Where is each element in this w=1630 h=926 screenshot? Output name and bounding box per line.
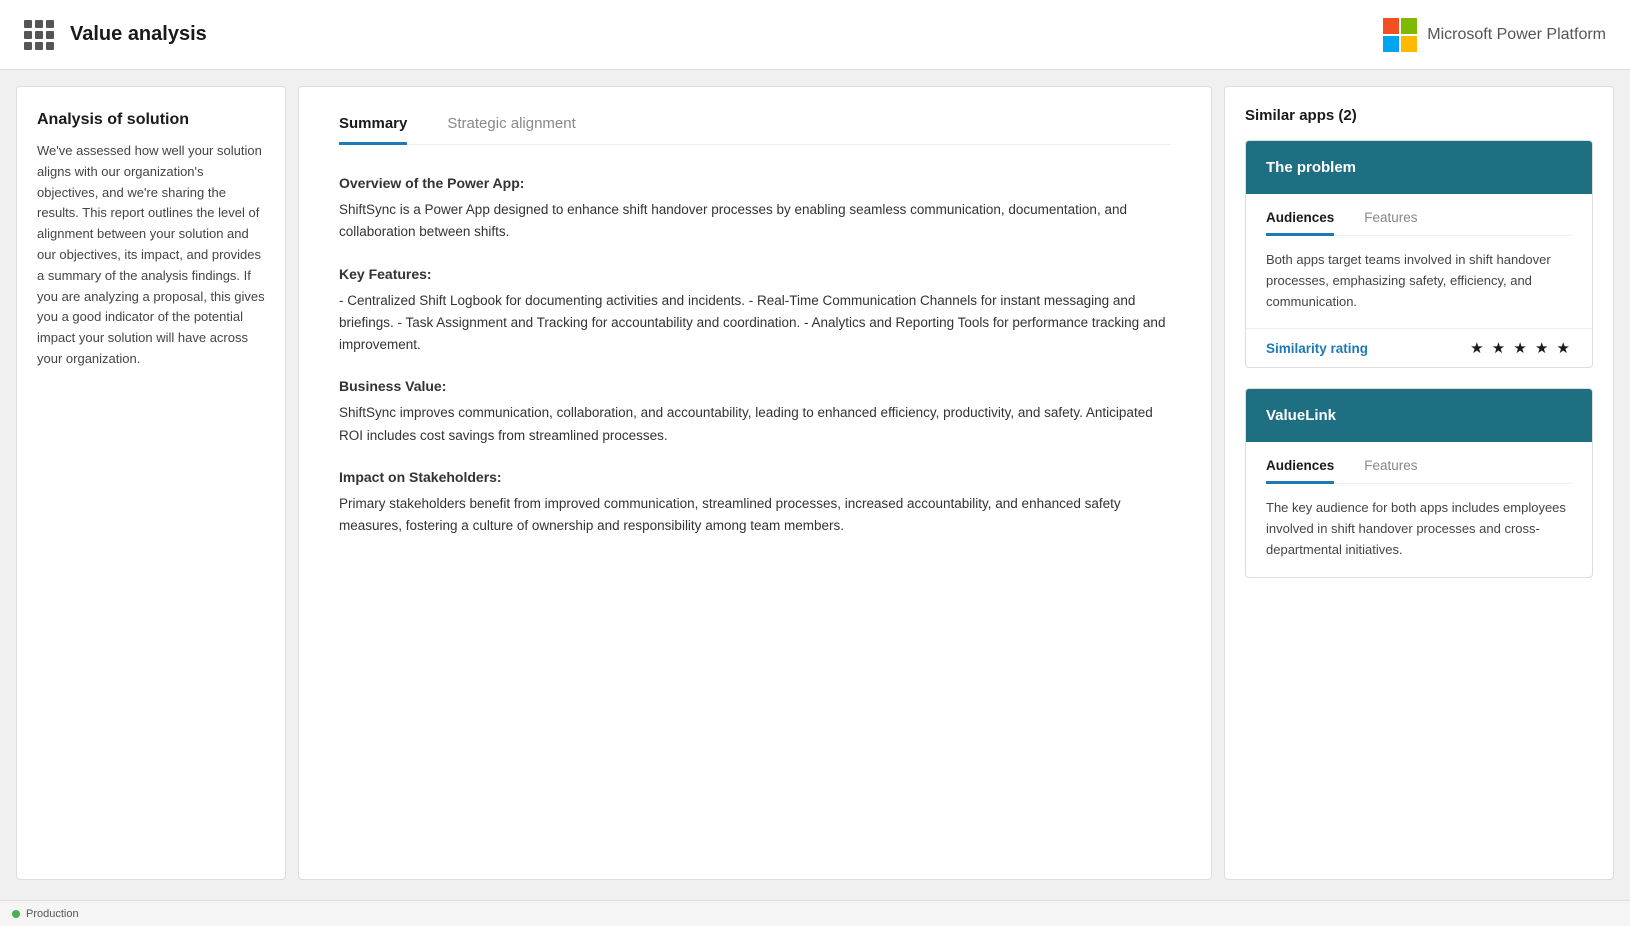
app-card-1-tab-features[interactable]: Features: [1364, 210, 1417, 236]
status-dot: [12, 910, 20, 918]
left-panel: Analysis of solution We've assessed how …: [16, 86, 286, 880]
similarity-row-1: Similarity rating ★ ★ ★ ★ ★: [1246, 328, 1592, 367]
section-features: Key Features: - Centralized Shift Logboo…: [339, 266, 1171, 357]
ms-squares-icon: [1383, 18, 1417, 52]
section-overview-text: ShiftSync is a Power App designed to enh…: [339, 199, 1171, 244]
center-tabs: Summary Strategic alignment: [339, 107, 1171, 145]
section-business-value: Business Value: ShiftSync improves commu…: [339, 378, 1171, 447]
navbar-left: Value analysis: [24, 20, 207, 50]
app-card-1-header: The problem: [1246, 141, 1592, 194]
main-area: Analysis of solution We've assessed how …: [0, 70, 1630, 896]
status-text: Production: [26, 908, 79, 920]
section-stakeholders: Impact on Stakeholders: Primary stakehol…: [339, 469, 1171, 538]
section-bv-title: Business Value:: [339, 378, 1171, 394]
app-card-1-tabs: Audiences Features: [1266, 210, 1572, 236]
center-panel: Summary Strategic alignment Overview of …: [298, 86, 1212, 880]
similar-apps-title: Similar apps (2): [1245, 107, 1593, 124]
left-panel-text: We've assessed how well your solution al…: [37, 141, 265, 370]
section-overview-title: Overview of the Power App:: [339, 175, 1171, 191]
ms-logo: Microsoft Power Platform: [1383, 18, 1606, 52]
tab-strategic-alignment[interactable]: Strategic alignment: [447, 107, 575, 145]
app-card-1-text: Both apps target teams involved in shift…: [1266, 250, 1572, 312]
section-features-text: - Centralized Shift Logbook for document…: [339, 290, 1171, 357]
left-panel-title: Analysis of solution: [37, 111, 265, 129]
navbar: Value analysis Microsoft Power Platform: [0, 0, 1630, 70]
section-overview: Overview of the Power App: ShiftSync is …: [339, 175, 1171, 244]
stars-1: ★ ★ ★ ★ ★: [1470, 339, 1572, 357]
app-card-1-body: Audiences Features Both apps target team…: [1246, 194, 1592, 328]
section-stakeholders-title: Impact on Stakeholders:: [339, 469, 1171, 485]
app-card-2-tabs: Audiences Features: [1266, 458, 1572, 484]
app-card-2: ValueLink Audiences Features The key aud…: [1245, 388, 1593, 577]
ms-logo-text: Microsoft Power Platform: [1427, 26, 1606, 44]
right-panel: Similar apps (2) The problem Audiences F…: [1224, 86, 1614, 880]
section-features-title: Key Features:: [339, 266, 1171, 282]
app-card-1-title: The problem: [1266, 159, 1572, 176]
waffle-icon[interactable]: [24, 20, 54, 50]
app-card-2-title: ValueLink: [1266, 407, 1572, 424]
app-title: Value analysis: [70, 23, 207, 46]
app-card-2-tab-audiences[interactable]: Audiences: [1266, 458, 1334, 484]
section-stakeholders-text: Primary stakeholders benefit from improv…: [339, 493, 1171, 538]
section-bv-text: ShiftSync improves communication, collab…: [339, 402, 1171, 447]
app-card-1: The problem Audiences Features Both apps…: [1245, 140, 1593, 368]
similarity-label-1: Similarity rating: [1266, 341, 1368, 356]
app-card-2-tab-features[interactable]: Features: [1364, 458, 1417, 484]
app-card-2-body: Audiences Features The key audience for …: [1246, 442, 1592, 576]
status-bar: Production: [0, 900, 1630, 926]
tab-summary[interactable]: Summary: [339, 107, 407, 145]
app-card-2-header: ValueLink: [1246, 389, 1592, 442]
app-card-2-text: The key audience for both apps includes …: [1266, 498, 1572, 560]
app-card-1-tab-audiences[interactable]: Audiences: [1266, 210, 1334, 236]
